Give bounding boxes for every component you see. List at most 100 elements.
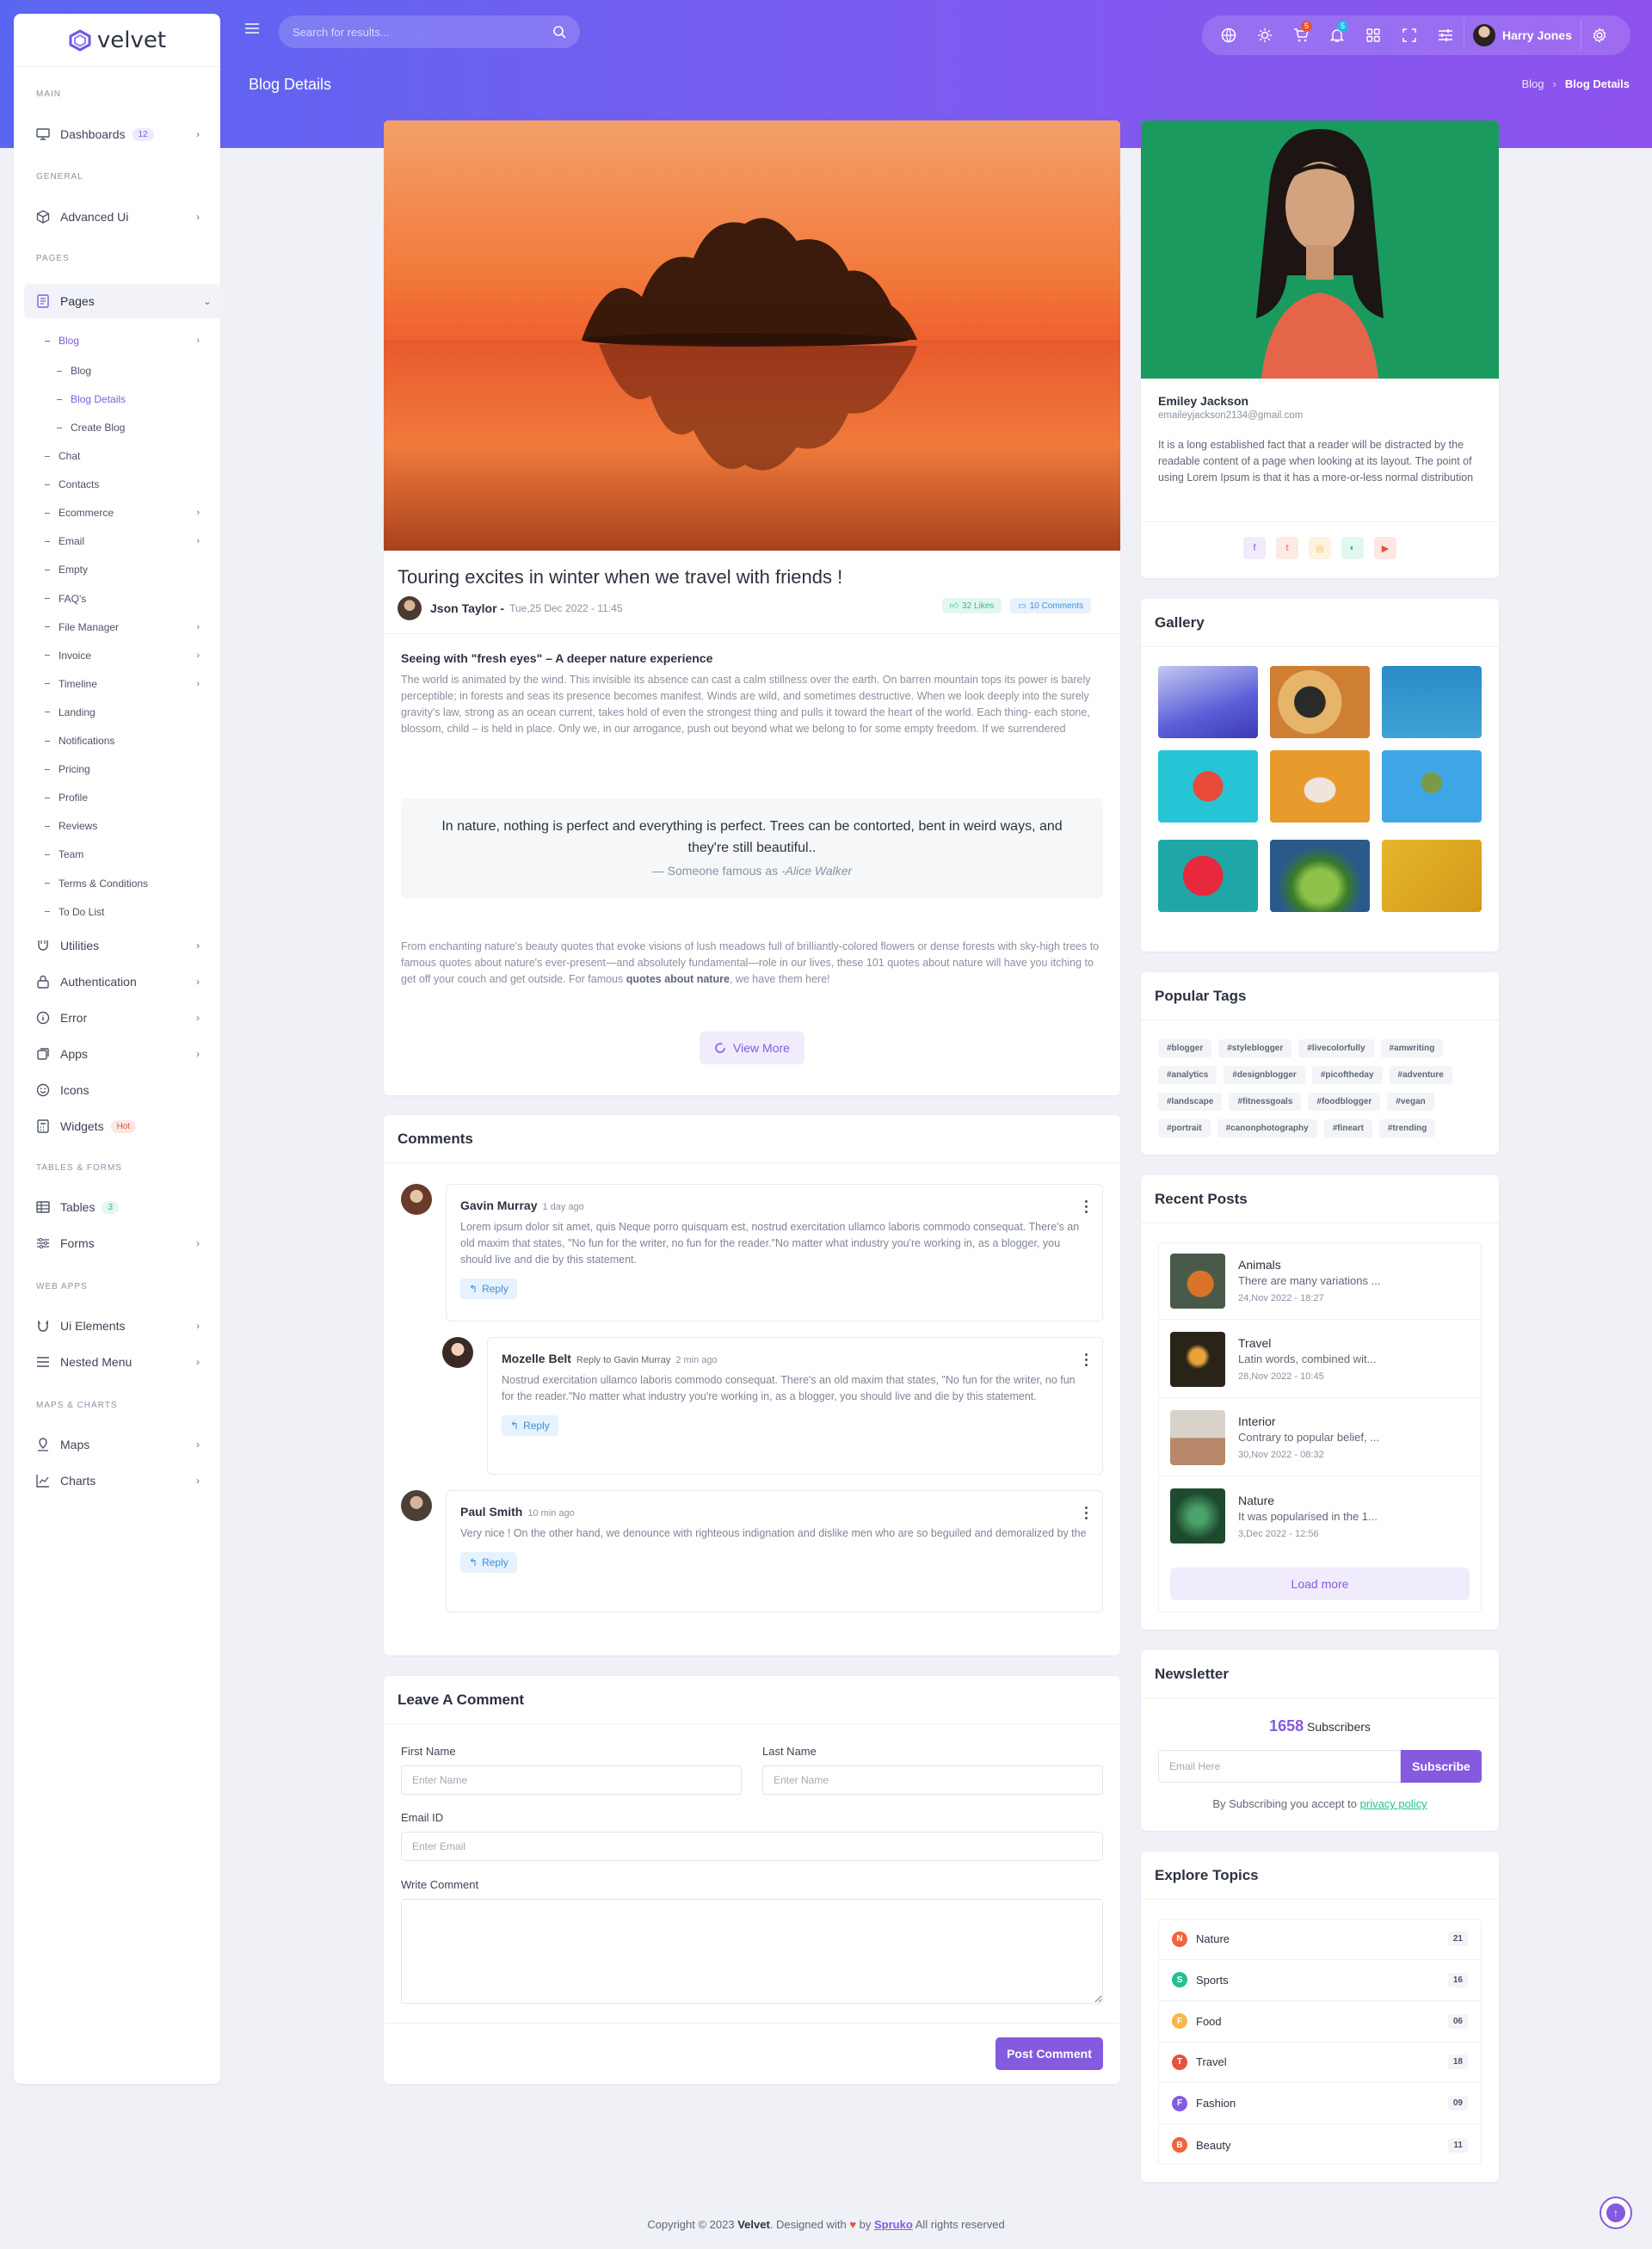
brand-logo[interactable]: velvet [14, 14, 220, 67]
tag-chip[interactable]: #analytics [1158, 1066, 1217, 1084]
newsletter-email-input[interactable] [1158, 1750, 1401, 1783]
sidebar-item-ui-elements[interactable]: Ui Elements › [36, 1311, 210, 1340]
email-input[interactable] [401, 1832, 1103, 1861]
fullscreen-button[interactable] [1391, 18, 1427, 52]
sidebar-item-maps[interactable]: Maps › [36, 1430, 210, 1459]
sidebar-subitem-file-manager[interactable]: File Manager › [45, 621, 200, 633]
sidebar-item-icons[interactable]: Icons [36, 1075, 210, 1105]
gallery-image[interactable] [1270, 840, 1370, 912]
search-icon[interactable] [552, 25, 566, 39]
likes-chip[interactable]: 👍︎ 32 Likes [941, 598, 1002, 613]
recent-post-item[interactable]: Interior Contrary to popular belief, ... 3… [1158, 1399, 1482, 1476]
sidebar-subitem-faq-s[interactable]: FAQ's [45, 593, 200, 605]
language-button[interactable] [1211, 18, 1247, 52]
breadcrumb-link[interactable]: Blog [1522, 77, 1544, 90]
gallery-image[interactable] [1270, 666, 1370, 738]
gallery-image[interactable] [1158, 840, 1258, 912]
privacy-policy-link[interactable]: privacy policy [1360, 1797, 1427, 1810]
sidebar-subitem-profile[interactable]: Profile [45, 792, 200, 804]
topic-item[interactable]: B Beauty 11 [1158, 2124, 1482, 2166]
sidebar-subitem-blog[interactable]: Blog [57, 365, 186, 377]
sidebar-subitem-to-do-list[interactable]: To Do List [45, 906, 200, 918]
gallery-image[interactable] [1158, 666, 1258, 738]
sidebar-item-error[interactable]: Error › [36, 1003, 210, 1032]
sidebar-item-charts[interactable]: Charts › [36, 1466, 210, 1495]
tag-chip[interactable]: #designblogger [1224, 1066, 1305, 1084]
sidebar-subitem-pricing[interactable]: Pricing [45, 763, 200, 775]
topic-item[interactable]: N Nature 21 [1158, 1919, 1482, 1960]
tag-chip[interactable]: #picoftheday [1311, 1066, 1383, 1084]
sidebar-subitem-email[interactable]: Email › [45, 535, 200, 547]
sidebar-item-forms[interactable]: Forms › [36, 1229, 210, 1258]
sidebar-item-dashboards[interactable]: Dashboards 12 › [36, 120, 210, 149]
gallery-image[interactable] [1382, 666, 1482, 738]
tag-chip[interactable]: #portrait [1158, 1119, 1211, 1137]
sidebar-item-utilities[interactable]: Utilities › [36, 931, 210, 960]
sidebar-item-widgets[interactable]: Widgets Hot [36, 1112, 210, 1141]
settings-button[interactable] [1581, 18, 1618, 52]
sidebar-subitem-notifications[interactable]: Notifications [45, 735, 200, 747]
sidebar-toggle-button[interactable] [244, 22, 262, 40]
comment-textarea[interactable] [401, 1899, 1103, 2004]
tag-chip[interactable]: #amwriting [1380, 1039, 1444, 1057]
author-name[interactable]: Json Taylor - [430, 601, 504, 615]
sidebar-item-pages[interactable]: Pages ⌄ [24, 284, 222, 318]
gallery-image[interactable] [1382, 750, 1482, 823]
theme-toggle-button[interactable] [1247, 18, 1283, 52]
sidebar-item-tables[interactable]: Tables 3 [36, 1192, 210, 1222]
settings-panel-button[interactable] [1427, 18, 1464, 52]
gallery-image[interactable] [1382, 840, 1482, 912]
tag-chip[interactable]: #vegan [1387, 1093, 1434, 1111]
comments-chip[interactable]: ▭ 10 Comments [1010, 598, 1091, 613]
recent-post-item[interactable]: Travel Latin words, combined wit... 28,Nov… [1158, 1321, 1482, 1398]
recent-post-item[interactable]: Nature It was popularised in the 1... 3,De… [1158, 1477, 1482, 1555]
instagram-icon[interactable]: ◎ [1309, 537, 1331, 559]
sidebar-item-blog[interactable]: Blog › [45, 335, 200, 347]
tag-chip[interactable]: #adventure [1389, 1066, 1452, 1084]
topic-item[interactable]: T Travel 18 [1158, 2042, 1482, 2084]
sidebar-subitem-ecommerce[interactable]: Ecommerce › [45, 507, 200, 519]
tag-chip[interactable]: #canonphotography [1217, 1119, 1317, 1137]
tag-chip[interactable]: #landscape [1158, 1093, 1223, 1111]
sidebar-subitem-team[interactable]: Team [45, 848, 200, 860]
sidebar-subitem-create-blog[interactable]: Create Blog [57, 422, 186, 434]
first-name-input[interactable] [401, 1765, 742, 1795]
tag-chip[interactable]: #trending [1378, 1119, 1436, 1137]
youtube-icon[interactable]: ▶ [1374, 537, 1396, 559]
sidebar-subitem-chat[interactable]: Chat [45, 450, 200, 462]
facebook-icon[interactable]: f [1243, 537, 1266, 559]
sidebar-item-nested-menu[interactable]: Nested Menu › [36, 1347, 210, 1377]
subscribe-button[interactable]: Subscribe [1401, 1750, 1482, 1783]
sidebar-item-apps[interactable]: Apps › [36, 1039, 210, 1069]
sidebar-subitem-timeline[interactable]: Timeline › [45, 678, 200, 690]
apps-button[interactable] [1355, 18, 1391, 52]
more-options-icon[interactable] [1085, 1353, 1088, 1366]
post-comment-button[interactable]: Post Comment [996, 2037, 1103, 2070]
tag-chip[interactable]: #blogger [1158, 1039, 1212, 1057]
topic-item[interactable]: F Fashion 09 [1158, 2083, 1482, 2125]
topic-item[interactable]: S Sports 16 [1158, 1960, 1482, 2001]
twitter-icon[interactable]: t [1276, 537, 1298, 559]
recent-post-item[interactable]: Animals There are many variations ... 24,N… [1158, 1242, 1482, 1320]
reply-button[interactable]: ↰ Reply [502, 1415, 558, 1436]
search-bar[interactable] [279, 15, 580, 48]
tag-chip[interactable]: #fineart [1323, 1119, 1372, 1137]
search-input[interactable] [293, 25, 552, 39]
sidebar-subitem-landing[interactable]: Landing [45, 706, 200, 718]
sidebar-subitem-empty[interactable]: Empty [45, 564, 200, 576]
tag-chip[interactable]: #livecolorfully [1298, 1039, 1374, 1057]
sidebar-subitem-terms-conditions[interactable]: Terms & Conditions [45, 878, 200, 890]
reply-button[interactable]: ↰ Reply [460, 1552, 517, 1573]
footer-company-link[interactable]: Spruko [874, 2218, 913, 2231]
user-profile-button[interactable]: Harry Jones [1464, 20, 1581, 51]
cart-button[interactable]: 5 [1283, 18, 1319, 52]
reply-button[interactable]: ↰ Reply [460, 1279, 517, 1299]
gallery-image[interactable] [1270, 750, 1370, 823]
more-options-icon[interactable] [1085, 1200, 1088, 1213]
github-icon[interactable]: ◐ [1341, 537, 1364, 559]
sidebar-subitem-contacts[interactable]: Contacts [45, 478, 200, 490]
load-more-button[interactable]: Load more [1170, 1568, 1470, 1600]
sidebar-subitem-invoice[interactable]: Invoice › [45, 650, 200, 662]
view-more-button[interactable]: View More [700, 1032, 804, 1064]
topic-item[interactable]: F Food 06 [1158, 2001, 1482, 2043]
